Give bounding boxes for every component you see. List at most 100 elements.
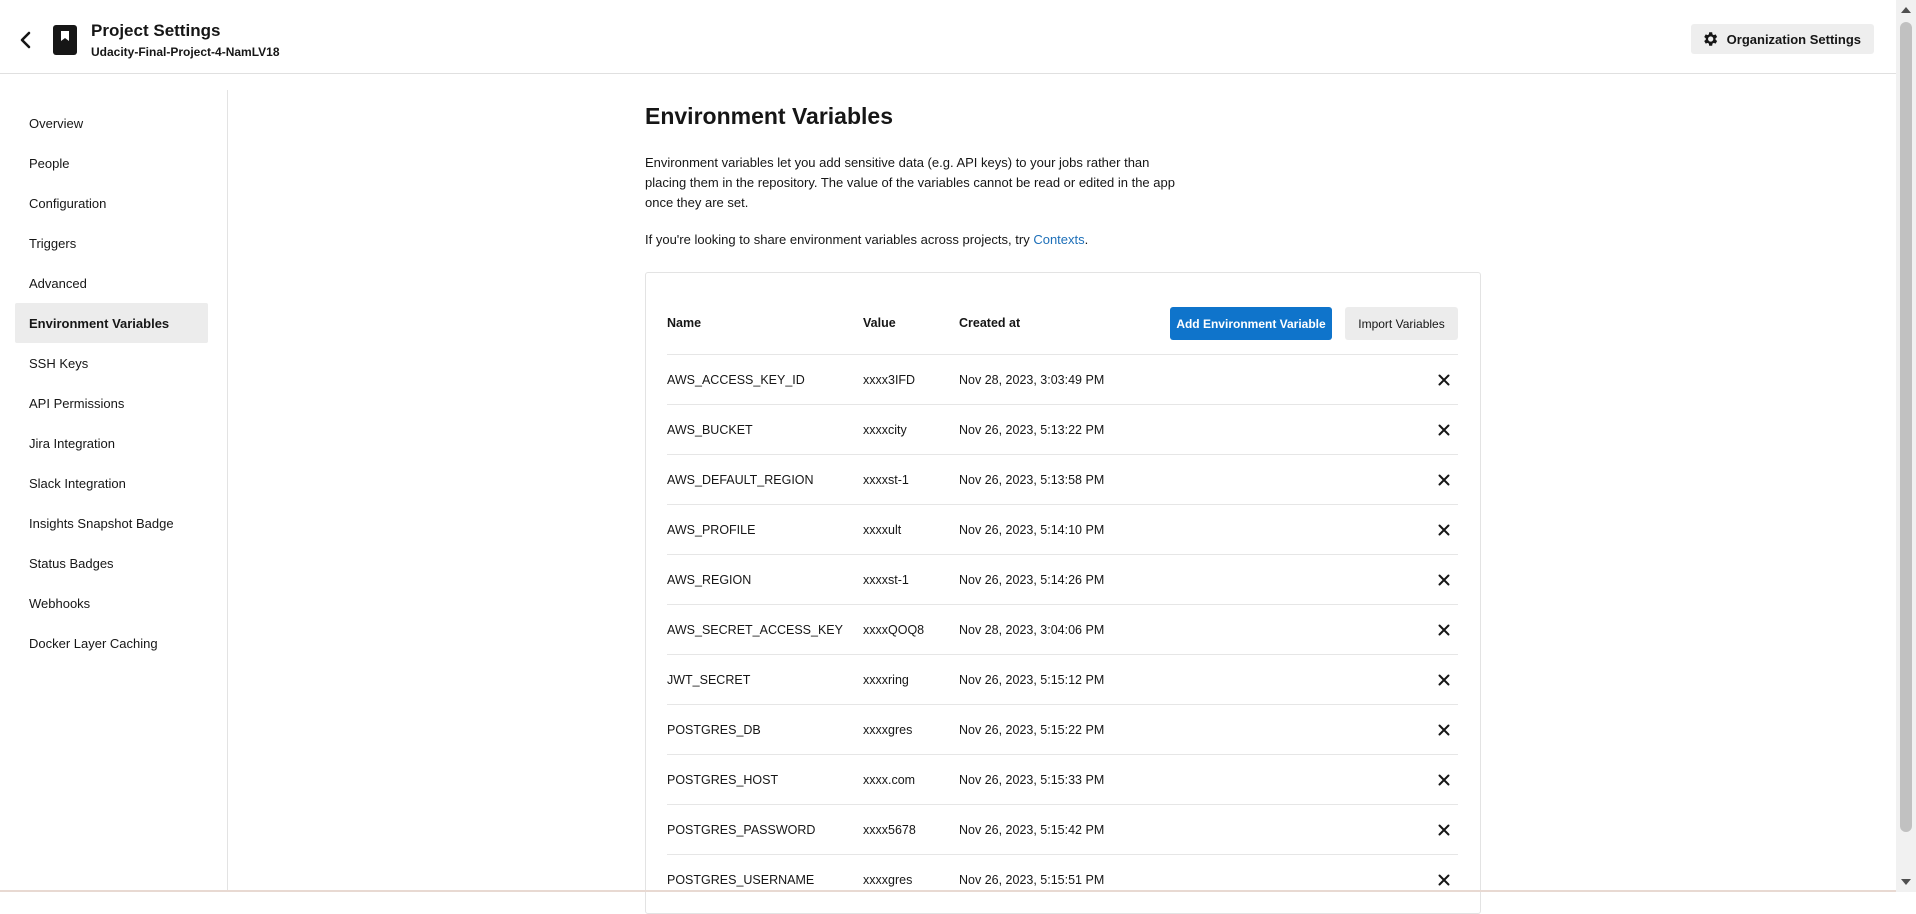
add-environment-variable-button[interactable]: Add Environment Variable — [1170, 307, 1332, 340]
delete-button[interactable] — [1434, 705, 1454, 754]
column-header-name: Name — [667, 316, 702, 330]
var-name: AWS_PROFILE — [667, 522, 756, 537]
scroll-up-arrow-icon[interactable] — [1901, 7, 1911, 13]
scroll-down-arrow-icon[interactable] — [1901, 879, 1911, 885]
sidebar-item-environment-variables[interactable]: Environment Variables — [15, 303, 208, 343]
organization-settings-button[interactable]: Organization Settings — [1690, 24, 1874, 54]
var-value: xxxxst-1 — [863, 472, 909, 487]
var-value: xxxxst-1 — [863, 572, 909, 587]
var-created: Nov 28, 2023, 3:03:49 PM — [959, 372, 1105, 387]
close-icon — [1438, 674, 1450, 685]
var-value: xxxxQOQ8 — [863, 622, 925, 637]
var-created: Nov 26, 2023, 5:15:12 PM — [959, 672, 1105, 687]
table-row: POSTGRES_PASSWORD xxxx5678 Nov 26, 2023,… — [667, 804, 1458, 854]
var-value: xxxxcity — [863, 422, 907, 437]
close-icon — [1438, 524, 1450, 535]
var-value: xxxxgres — [863, 872, 913, 887]
table-row: AWS_REGION xxxxst-1 Nov 26, 2023, 5:14:2… — [667, 554, 1458, 604]
back-button[interactable] — [14, 28, 38, 52]
settings-sidebar: Overview People Configuration Triggers A… — [0, 90, 228, 892]
close-icon — [1438, 374, 1450, 385]
delete-button[interactable] — [1434, 855, 1454, 904]
scrollbar-thumb[interactable] — [1900, 22, 1912, 832]
contexts-hint: If you're looking to share environment v… — [645, 232, 1088, 247]
var-created: Nov 26, 2023, 5:15:22 PM — [959, 722, 1105, 737]
delete-button[interactable] — [1434, 555, 1454, 604]
table-row: AWS_DEFAULT_REGION xxxxst-1 Nov 26, 2023… — [667, 454, 1458, 504]
close-icon — [1438, 874, 1450, 885]
env-vars-table: AWS_ACCESS_KEY_ID xxxx3IFD Nov 28, 2023,… — [667, 354, 1458, 904]
var-created: Nov 26, 2023, 5:13:58 PM — [959, 472, 1105, 487]
delete-button[interactable] — [1434, 755, 1454, 804]
sidebar-item-advanced[interactable]: Advanced — [15, 263, 208, 303]
close-icon — [1438, 724, 1450, 735]
var-created: Nov 26, 2023, 5:14:10 PM — [959, 522, 1105, 537]
var-name: AWS_BUCKET — [667, 422, 753, 437]
sidebar-item-configuration[interactable]: Configuration — [15, 183, 208, 223]
gear-icon — [1703, 32, 1717, 46]
var-created: Nov 26, 2023, 5:15:51 PM — [959, 872, 1105, 887]
page-header: Project Settings Udacity-Final-Project-4… — [0, 6, 1896, 74]
sidebar-item-ssh-keys[interactable]: SSH Keys — [15, 343, 208, 383]
var-name: AWS_SECRET_ACCESS_KEY — [667, 622, 843, 637]
var-name: POSTGRES_PASSWORD — [667, 822, 816, 837]
close-icon — [1438, 574, 1450, 585]
var-value: xxxx3IFD — [863, 372, 916, 387]
var-created: Nov 26, 2023, 5:15:42 PM — [959, 822, 1105, 837]
var-created: Nov 26, 2023, 5:14:26 PM — [959, 572, 1105, 587]
delete-button[interactable] — [1434, 505, 1454, 554]
var-name: POSTGRES_USERNAME — [667, 872, 815, 887]
var-name: AWS_REGION — [667, 572, 752, 587]
page-scrollbar[interactable] — [1896, 0, 1916, 892]
var-created: Nov 26, 2023, 5:13:22 PM — [959, 422, 1105, 437]
sidebar-item-triggers[interactable]: Triggers — [15, 223, 208, 263]
close-icon — [1438, 824, 1450, 835]
var-name: AWS_DEFAULT_REGION — [667, 472, 814, 487]
contexts-hint-text: If you're looking to share environment v… — [645, 232, 1034, 247]
project-name: Udacity-Final-Project-4-NamLV18 — [91, 45, 280, 59]
sidebar-item-status-badges[interactable]: Status Badges — [15, 543, 208, 583]
close-icon — [1438, 474, 1450, 485]
import-variables-button[interactable]: Import Variables — [1345, 307, 1458, 340]
sidebar-item-webhooks[interactable]: Webhooks — [15, 583, 208, 623]
delete-button[interactable] — [1434, 605, 1454, 654]
var-name: POSTGRES_HOST — [667, 772, 779, 787]
sidebar-item-api-permissions[interactable]: API Permissions — [15, 383, 208, 423]
var-value: xxxxult — [863, 522, 902, 537]
organization-settings-label: Organization Settings — [1726, 31, 1861, 47]
table-row: JWT_SECRET xxxxring Nov 26, 2023, 5:15:1… — [667, 654, 1458, 704]
delete-button[interactable] — [1434, 405, 1454, 454]
sidebar-item-overview[interactable]: Overview — [15, 103, 208, 143]
table-row: AWS_BUCKET xxxxcity Nov 26, 2023, 5:13:2… — [667, 404, 1458, 454]
close-icon — [1438, 424, 1450, 435]
close-icon — [1438, 624, 1450, 635]
chevron-left-icon — [20, 31, 31, 49]
sidebar-item-people[interactable]: People — [15, 143, 208, 183]
delete-button[interactable] — [1434, 355, 1454, 404]
bookmark-icon — [53, 25, 77, 55]
var-value: xxxxgres — [863, 722, 913, 737]
page-title: Project Settings — [91, 21, 221, 40]
table-row: AWS_ACCESS_KEY_ID xxxx3IFD Nov 28, 2023,… — [667, 354, 1458, 404]
section-description: Environment variables let you add sensit… — [645, 155, 1175, 210]
delete-button[interactable] — [1434, 455, 1454, 504]
var-value: xxxx5678 — [863, 822, 916, 837]
column-header-value: Value — [863, 316, 896, 330]
column-header-created: Created at — [959, 316, 1021, 330]
var-name: POSTGRES_DB — [667, 722, 761, 737]
delete-button[interactable] — [1434, 805, 1454, 854]
table-row: POSTGRES_DB xxxxgres Nov 26, 2023, 5:15:… — [667, 704, 1458, 754]
contexts-hint-suffix: . — [1084, 232, 1089, 247]
sidebar-item-jira-integration[interactable]: Jira Integration — [15, 423, 208, 463]
table-row: POSTGRES_HOST xxxx.com Nov 26, 2023, 5:1… — [667, 754, 1458, 804]
delete-button[interactable] — [1434, 655, 1454, 704]
section-title: Environment Variables — [645, 103, 893, 129]
var-name: AWS_ACCESS_KEY_ID — [667, 372, 805, 387]
close-icon — [1438, 774, 1450, 785]
sidebar-item-docker-layer-caching[interactable]: Docker Layer Caching — [15, 623, 208, 663]
sidebar-item-insights-snapshot-badge[interactable]: Insights Snapshot Badge — [15, 503, 208, 543]
sidebar-item-slack-integration[interactable]: Slack Integration — [15, 463, 208, 503]
table-row: AWS_PROFILE xxxxult Nov 26, 2023, 5:14:1… — [667, 504, 1458, 554]
contexts-link[interactable]: Contexts — [1033, 232, 1084, 247]
var-created: Nov 26, 2023, 5:15:33 PM — [959, 772, 1105, 787]
